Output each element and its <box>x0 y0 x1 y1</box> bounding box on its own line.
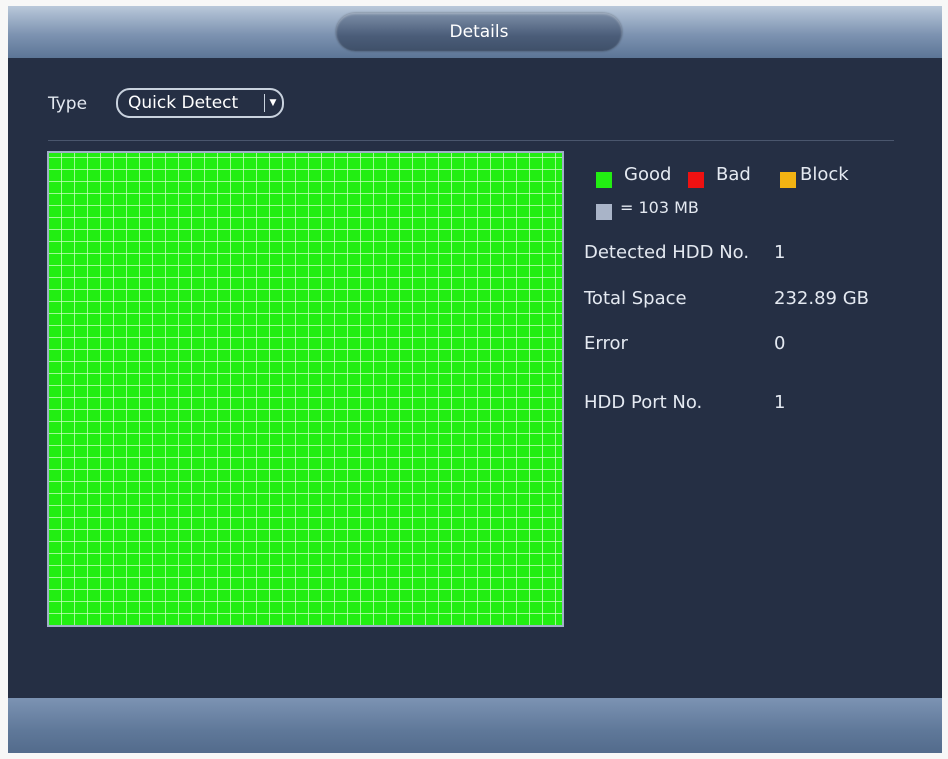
total-space-label: Total Space <box>584 288 687 309</box>
window-title: Details <box>336 13 622 51</box>
detected-hdd-value: 1 <box>774 242 786 263</box>
hdd-port-value: 1 <box>774 392 786 413</box>
legend-unit-label: = 103 MB <box>620 198 699 217</box>
error-label: Error <box>584 333 628 354</box>
legend-good-label: Good <box>624 164 672 185</box>
divider <box>48 140 894 141</box>
type-label: Type <box>48 94 88 114</box>
title-bar: Details <box>8 6 942 58</box>
bad-swatch <box>688 172 704 188</box>
chevron-down-icon[interactable]: ▼ <box>267 90 279 116</box>
legend-bad-label: Bad <box>716 164 751 185</box>
type-dropdown-value: Quick Detect <box>128 93 239 113</box>
hdd-port-label: HDD Port No. <box>584 392 703 413</box>
good-swatch <box>596 172 612 188</box>
details-window: Details Type Quick Detect ▼ Good Bad Blo… <box>8 6 942 753</box>
dropdown-divider <box>264 94 265 112</box>
block-swatch <box>780 172 796 188</box>
footer-bar <box>8 698 942 753</box>
total-space-value: 232.89 GB <box>774 288 870 309</box>
type-dropdown[interactable]: Quick Detect ▼ <box>116 88 284 118</box>
detected-hdd-label: Detected HDD No. <box>584 242 750 263</box>
unit-swatch <box>596 204 612 220</box>
error-value: 0 <box>774 333 786 354</box>
legend-block-label: Block <box>800 164 849 185</box>
disk-block-map <box>47 151 564 627</box>
